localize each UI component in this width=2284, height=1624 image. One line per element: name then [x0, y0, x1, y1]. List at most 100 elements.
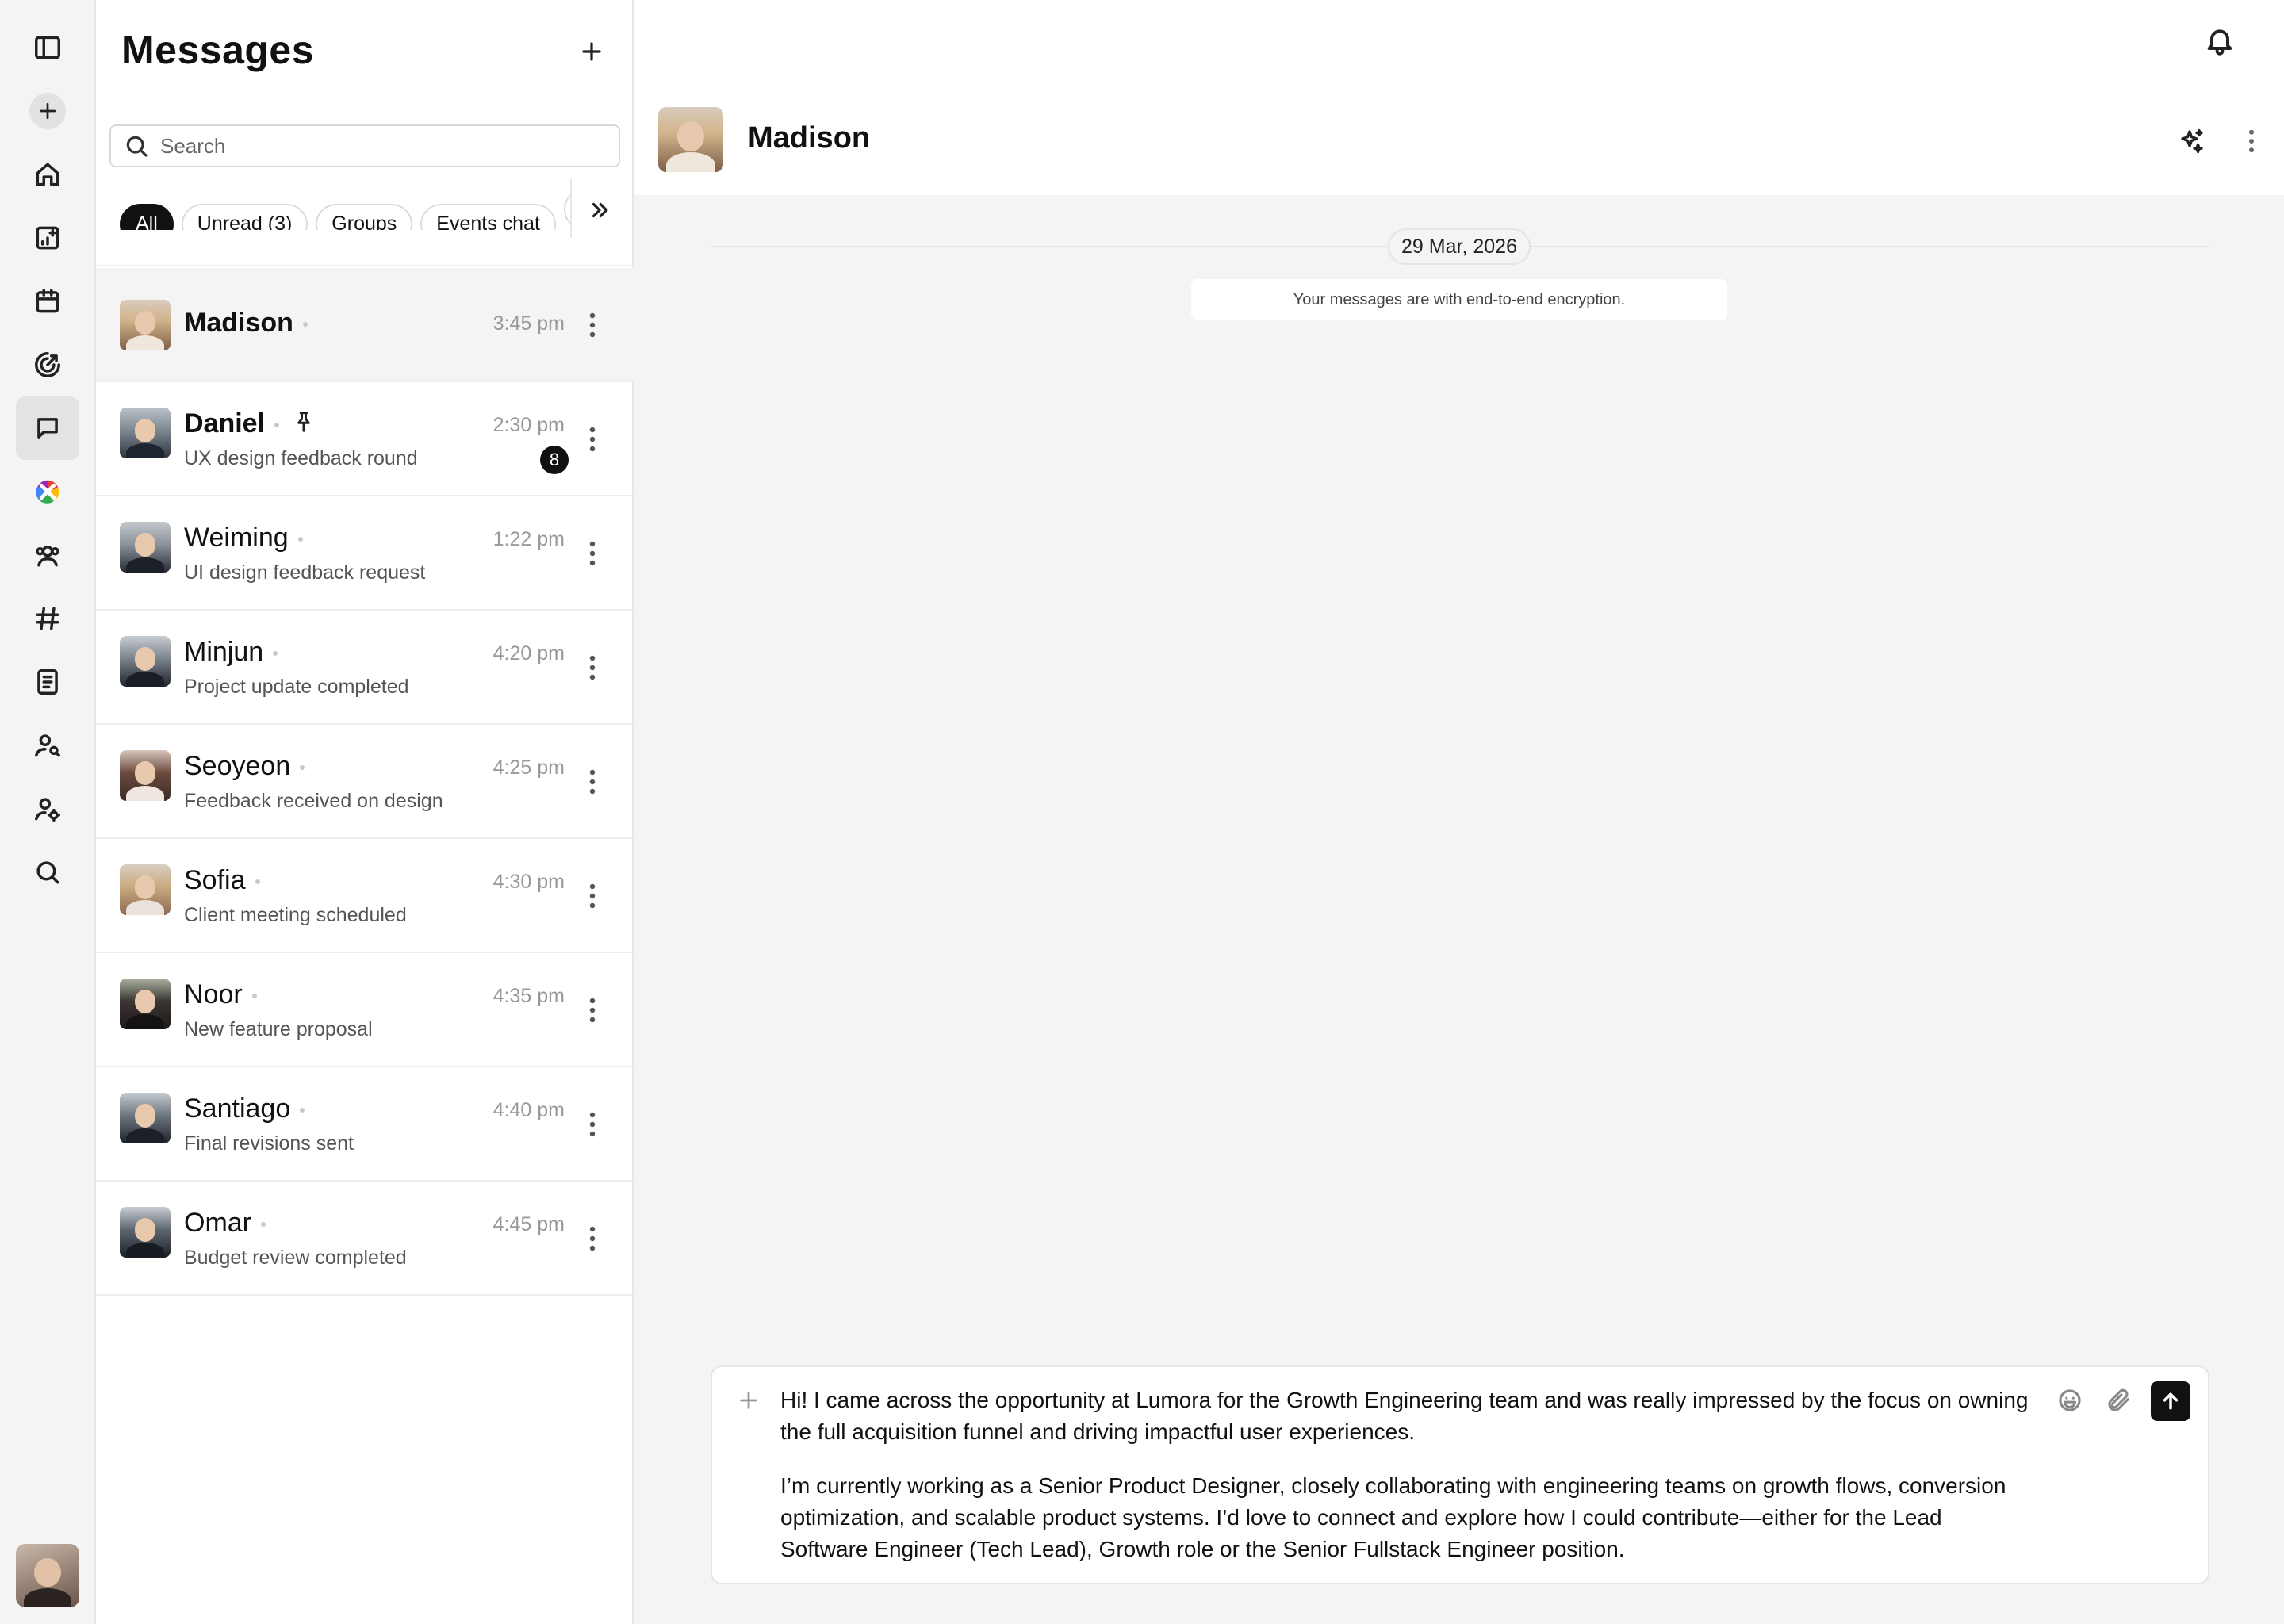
search-icon — [36, 861, 59, 884]
conversation-more-button[interactable] — [577, 872, 608, 920]
reports-button[interactable] — [16, 206, 79, 270]
conversation-preview: Client meeting scheduled — [184, 904, 407, 926]
user-avatar[interactable] — [16, 1544, 79, 1607]
filter-chip-groups[interactable]: Groups — [316, 203, 413, 230]
emoji-icon — [2059, 1389, 2081, 1411]
attach-button[interactable] — [2102, 1383, 2136, 1418]
conversation-more-button[interactable] — [577, 986, 608, 1034]
notifications-button[interactable] — [2200, 21, 2240, 60]
conversation-item[interactable]: Santiago Final revisions sent 4:40 pm — [96, 1067, 634, 1182]
conversation-name-row: Noor — [184, 979, 257, 1010]
search-input[interactable] — [160, 133, 604, 159]
team-button[interactable] — [16, 523, 79, 587]
conversation-item[interactable]: Daniel UX design feedback round 2:30 pm 8 — [96, 382, 634, 496]
status-dot — [261, 1222, 266, 1228]
filter-divider — [570, 179, 572, 238]
new-message-button[interactable] — [572, 32, 611, 71]
panel-title: Messages — [121, 28, 315, 72]
calendar-button[interactable] — [16, 270, 79, 333]
global-search-button[interactable] — [16, 841, 79, 904]
conversation-name: Daniel — [184, 408, 266, 439]
conversation-more-button[interactable] — [577, 416, 608, 463]
sidebar-toggle-icon — [35, 36, 60, 59]
conversation-avatar — [120, 979, 171, 1029]
conversation-time: 4:30 pm — [492, 871, 565, 893]
conversation-more-button[interactable] — [577, 530, 608, 577]
conversation-item[interactable]: Madison 3:45 pm — [96, 268, 634, 382]
conversation-item[interactable]: Noor New feature proposal 4:35 pm — [96, 953, 634, 1067]
home-button[interactable] — [16, 143, 79, 206]
conversation-preview: New feature proposal — [184, 1018, 373, 1040]
conversation-time: 4:35 pm — [492, 985, 565, 1007]
more-vertical-icon — [589, 1112, 596, 1137]
notes-icon — [37, 669, 58, 695]
conversation-preview: Final revisions sent — [184, 1132, 354, 1155]
chat-body: 29 Mar, 2026 Your messages are with end-… — [634, 195, 2284, 1624]
conversation-item[interactable]: Sofia Client meeting scheduled 4:30 pm — [96, 839, 634, 953]
composer-add-button[interactable] — [733, 1385, 765, 1416]
status-dot — [300, 1108, 305, 1113]
status-dot — [274, 423, 280, 428]
conversation-preview: UI design feedback request — [184, 561, 426, 584]
new-button[interactable] — [16, 79, 79, 143]
conversation-item[interactable]: Minjun Project update completed 4:20 pm — [96, 611, 634, 725]
integrations-button[interactable] — [16, 460, 79, 523]
conversation-more-button[interactable] — [577, 758, 608, 806]
conversation-name: Sofia — [184, 865, 246, 895]
user-search-button[interactable] — [16, 714, 79, 777]
analytics-icon — [35, 352, 60, 377]
conversation-preview: UX design feedback round — [184, 447, 418, 469]
chat-more-button[interactable] — [2241, 124, 2262, 159]
conversation-name: Omar — [184, 1208, 251, 1238]
more-vertical-icon — [589, 883, 596, 909]
avatar-face — [134, 311, 156, 335]
conversation-item[interactable]: Seoyeon Feedback received on design 4:25 p… — [96, 725, 634, 839]
channels-button[interactable] — [16, 587, 79, 650]
conversation-name: Noor — [184, 979, 243, 1009]
emoji-button[interactable] — [2052, 1383, 2087, 1418]
filter-chip-unread[interactable]: Unread (3) — [181, 203, 308, 230]
avatar-face — [134, 761, 156, 785]
avatar-shoulders — [125, 899, 165, 915]
avatar-face — [134, 1218, 156, 1242]
chevrons-right-icon — [592, 202, 608, 218]
conversation-more-button[interactable] — [577, 1101, 608, 1148]
analytics-button[interactable] — [16, 333, 79, 396]
messages-nav-button[interactable] — [16, 396, 79, 460]
avatar-shoulders — [23, 1588, 72, 1607]
user-settings-button[interactable] — [16, 777, 79, 841]
chat-contact-avatar[interactable] — [658, 107, 723, 172]
conversation-time: 4:40 pm — [492, 1099, 565, 1121]
conversation-more-button[interactable] — [577, 1215, 608, 1262]
notes-button[interactable] — [16, 650, 79, 714]
conversation-time: 4:20 pm — [492, 642, 565, 665]
status-dot — [297, 537, 303, 542]
draft-paragraph: I’m currently working as a Senior Produc… — [780, 1473, 2006, 1561]
filter-chip-events-chat[interactable]: Events chat — [420, 203, 556, 230]
integrations-icon — [36, 480, 59, 504]
chat-contact-name[interactable]: Madison — [748, 121, 870, 155]
conversation-name: Minjun — [184, 637, 264, 667]
conversation-item[interactable]: Weiming UI design feedback request 1:22 pm — [96, 496, 634, 611]
sidebar-toggle-button[interactable] — [16, 16, 79, 79]
calendar-icon — [36, 289, 59, 313]
filters-scroll-button[interactable] — [581, 192, 618, 228]
status-dot — [255, 879, 260, 885]
ai-assist-button[interactable] — [2175, 124, 2209, 159]
conversation-name: Madison — [184, 308, 293, 338]
avatar-face — [134, 1104, 156, 1128]
messages-icon — [37, 418, 58, 439]
message-composer[interactable]: Hi! I came across the opportunity at Lum… — [711, 1365, 2209, 1584]
avatar-face — [134, 533, 156, 557]
conversation-avatar — [120, 300, 171, 350]
avatar-shoulders — [125, 335, 165, 350]
conversation-more-button[interactable] — [577, 644, 608, 691]
filter-chip-all[interactable]: All — [120, 203, 174, 230]
send-button[interactable] — [2151, 1381, 2190, 1421]
avatar-shoulders — [125, 1242, 165, 1258]
message-input[interactable]: Hi! I came across the opportunity at Lum… — [780, 1385, 2033, 1565]
search-icon — [126, 136, 148, 157]
conversation-item[interactable]: Omar Budget review completed 4:45 pm — [96, 1182, 634, 1296]
avatar-shoulders — [125, 557, 165, 573]
conversation-more-button[interactable] — [577, 301, 608, 349]
